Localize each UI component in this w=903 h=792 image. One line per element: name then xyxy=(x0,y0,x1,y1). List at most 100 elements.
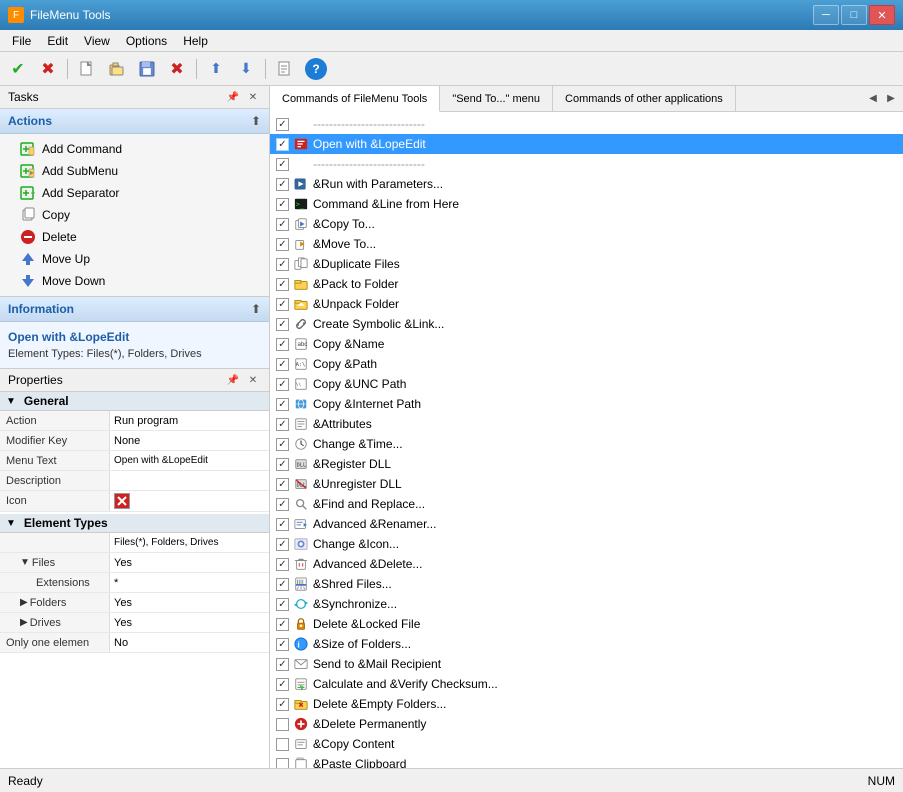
cmd-check-moveto[interactable] xyxy=(276,238,289,251)
cmd-check-delperm[interactable] xyxy=(276,718,289,731)
cmd-check-copyname[interactable] xyxy=(276,338,289,351)
cmd-check-dup[interactable] xyxy=(276,258,289,271)
props-val-icon[interactable] xyxy=(110,491,134,511)
props-val-files[interactable]: Yes xyxy=(110,553,136,572)
cmd-row-locked[interactable]: Delete &Locked File xyxy=(270,614,903,634)
cmd-check-rename[interactable] xyxy=(276,518,289,531)
toolbar-save-button[interactable] xyxy=(133,56,161,82)
commands-list[interactable]: ---------------------------- Open with &… xyxy=(270,112,903,768)
cmd-check-unc[interactable] xyxy=(276,378,289,391)
action-add-submenu[interactable]: Add SubMenu xyxy=(0,160,269,182)
toolbar-export-button[interactable] xyxy=(271,56,299,82)
tab-next-button[interactable]: ▶ xyxy=(883,91,899,107)
cmd-check-shred[interactable] xyxy=(276,578,289,591)
cmd-row-unpack[interactable]: &Unpack Folder xyxy=(270,294,903,314)
cmd-check-locked[interactable] xyxy=(276,618,289,631)
cmd-row-cmd[interactable]: >_ Command &Line from Here xyxy=(270,194,903,214)
elementtypes-expand-icon[interactable]: ▼ xyxy=(6,518,16,529)
cmd-check-run[interactable] xyxy=(276,178,289,191)
cmd-check-2[interactable] xyxy=(276,158,289,171)
cmd-row-inetpath[interactable]: Copy &Internet Path xyxy=(270,394,903,414)
cmd-row-rename[interactable]: Advanced &Renamer... xyxy=(270,514,903,534)
cmd-check-pack[interactable] xyxy=(276,278,289,291)
cmd-row-link[interactable]: Create Symbolic &Link... xyxy=(270,314,903,334)
cmd-row-verify[interactable]: Calculate and &Verify Checksum... xyxy=(270,674,903,694)
cmd-check-changeicon[interactable] xyxy=(276,538,289,551)
action-copy[interactable]: Copy xyxy=(0,204,269,226)
props-val-modifier[interactable]: None xyxy=(110,431,144,450)
cmd-check-copypath[interactable] xyxy=(276,358,289,371)
cmd-check-delempty[interactable] xyxy=(276,698,289,711)
toolbar-open-button[interactable] xyxy=(103,56,131,82)
cmd-row-copyto[interactable]: &Copy To... xyxy=(270,214,903,234)
cmd-row-changeicon[interactable]: Change &Icon... xyxy=(270,534,903,554)
minimize-button[interactable]: ─ xyxy=(813,5,839,25)
folders-expand-icon[interactable]: ▶ xyxy=(20,597,28,608)
close-button[interactable]: ✕ xyxy=(869,5,895,25)
cmd-row-regdll[interactable]: DLL &Register DLL xyxy=(270,454,903,474)
cmd-row-adel[interactable]: Advanced &Delete... xyxy=(270,554,903,574)
action-add-command[interactable]: Add Command xyxy=(0,138,269,160)
menu-options[interactable]: Options xyxy=(118,32,175,50)
tab-sendto[interactable]: "Send To..." menu xyxy=(440,86,553,111)
tasks-pin-button[interactable]: 📌 xyxy=(225,89,241,105)
cmd-row-mail[interactable]: Send to &Mail Recipient xyxy=(270,654,903,674)
cmd-check-mail[interactable] xyxy=(276,658,289,671)
drives-expand-icon[interactable]: ▶ xyxy=(20,617,28,628)
cmd-check-copyto[interactable] xyxy=(276,218,289,231)
files-expand-icon[interactable]: ▼ xyxy=(20,557,30,568)
cmd-row-find[interactable]: &Find and Replace... xyxy=(270,494,903,514)
cmd-row-dup[interactable]: &Duplicate Files xyxy=(270,254,903,274)
cmd-row-size[interactable]: i &Size of Folders... xyxy=(270,634,903,654)
action-move-down[interactable]: Move Down xyxy=(0,270,269,292)
cmd-check-cmd[interactable] xyxy=(276,198,289,211)
cmd-check-sync[interactable] xyxy=(276,598,289,611)
tasks-close-button[interactable]: ✕ xyxy=(245,89,261,105)
general-expand-icon[interactable]: ▼ xyxy=(6,396,16,407)
tab-filemenu-commands[interactable]: Commands of FileMenu Tools xyxy=(270,86,440,112)
cmd-row-unregdll[interactable]: DLL &Unregister DLL xyxy=(270,474,903,494)
props-val-action[interactable]: Run program xyxy=(110,411,182,430)
props-val-extensions[interactable]: * xyxy=(110,573,122,592)
cmd-row-copycont[interactable]: &Copy Content xyxy=(270,734,903,754)
props-val-onlyone[interactable]: No xyxy=(110,633,132,652)
action-move-up[interactable]: Move Up xyxy=(0,248,269,270)
cmd-row-paste[interactable]: &Paste Clipboard xyxy=(270,754,903,768)
menu-view[interactable]: View xyxy=(76,32,118,50)
cmd-check-size[interactable] xyxy=(276,638,289,651)
cmd-row-copypath[interactable]: A:\ Copy &Path xyxy=(270,354,903,374)
cmd-check-link[interactable] xyxy=(276,318,289,331)
cmd-check-unpack[interactable] xyxy=(276,298,289,311)
cmd-row-copyname[interactable]: abc Copy &Name xyxy=(270,334,903,354)
cmd-row-sync[interactable]: &Synchronize... xyxy=(270,594,903,614)
properties-close-button[interactable]: ✕ xyxy=(245,372,261,388)
action-delete[interactable]: Delete xyxy=(0,226,269,248)
cmd-row-1[interactable]: Open with &LopeEdit xyxy=(270,134,903,154)
cmd-check-unregdll[interactable] xyxy=(276,478,289,491)
props-val-menutext[interactable]: Open with &LopeEdit xyxy=(110,451,212,470)
cmd-check-adel[interactable] xyxy=(276,558,289,571)
cmd-row-moveto[interactable]: &Move To... xyxy=(270,234,903,254)
cmd-check-0[interactable] xyxy=(276,118,289,131)
menu-edit[interactable]: Edit xyxy=(39,32,76,50)
cmd-check-attr[interactable] xyxy=(276,418,289,431)
cmd-check-verify[interactable] xyxy=(276,678,289,691)
toolbar-new-button[interactable] xyxy=(73,56,101,82)
cmd-row-unc[interactable]: \\ Copy &UNC Path xyxy=(270,374,903,394)
cmd-check-find[interactable] xyxy=(276,498,289,511)
menu-file[interactable]: File xyxy=(4,32,39,50)
cmd-check-copycont[interactable] xyxy=(276,738,289,751)
menu-help[interactable]: Help xyxy=(175,32,216,50)
help-button[interactable]: ? xyxy=(305,58,327,80)
cmd-row-0[interactable]: ---------------------------- xyxy=(270,114,903,134)
info-section-header[interactable]: Information ⬆ xyxy=(0,297,269,322)
props-val-drives[interactable]: Yes xyxy=(110,613,136,632)
cmd-row-shred[interactable]: &Shred Files... xyxy=(270,574,903,594)
toolbar-delete-button[interactable]: ✖ xyxy=(163,56,191,82)
toolbar-down-button[interactable]: ⬇ xyxy=(232,56,260,82)
action-add-separator[interactable]: Add Separator xyxy=(0,182,269,204)
actions-section-header[interactable]: Actions ⬆ xyxy=(0,109,269,134)
cmd-row-pack[interactable]: &Pack to Folder xyxy=(270,274,903,294)
tab-other-apps[interactable]: Commands of other applications xyxy=(553,86,736,111)
props-val-description[interactable] xyxy=(110,471,118,490)
